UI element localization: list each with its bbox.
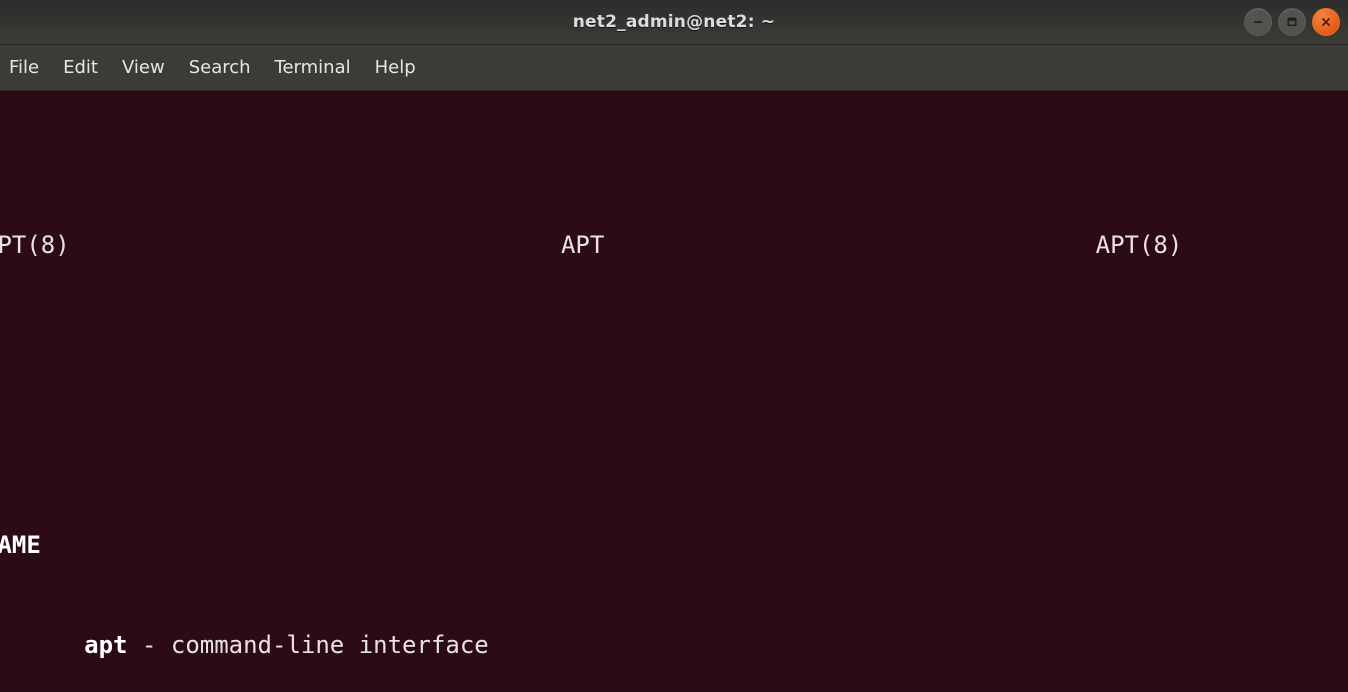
maximize-icon [1287, 17, 1297, 27]
section-heading-name: NAME [0, 529, 1182, 562]
name-body-cmd: apt [84, 631, 128, 660]
name-body-rest: - command-line interface [127, 631, 489, 660]
menu-item-terminal[interactable]: Terminal [264, 53, 362, 82]
sp [0, 631, 84, 659]
sp [604, 231, 1095, 259]
menu-bar: File Edit View Search Terminal Help [0, 45, 1348, 91]
window-controls [1244, 0, 1340, 44]
minimize-icon [1254, 21, 1262, 23]
man-header-line: APT(8) APT APT(8) [0, 229, 1182, 262]
minimize-button[interactable] [1244, 8, 1272, 36]
terminal-window: net2_admin@net2: ~ File Edit View Search… [0, 0, 1348, 692]
man-page-content: APT(8) APT APT(8) NAME apt - command-lin… [0, 95, 1182, 692]
man-header-center: APT [560, 230, 605, 259]
terminal-screen[interactable]: APT(8) APT APT(8) NAME apt - command-lin… [0, 91, 1348, 692]
man-header-right: APT(8) [1095, 230, 1183, 259]
name-heading-text: NAME [0, 531, 41, 560]
close-icon [1322, 18, 1330, 26]
close-button[interactable] [1312, 8, 1340, 36]
menu-item-search[interactable]: Search [178, 53, 262, 82]
maximize-button[interactable] [1278, 8, 1306, 36]
sp [70, 231, 561, 259]
man-header-left: APT(8) [0, 230, 70, 259]
name-body-line: apt - command-line interface [0, 629, 1182, 662]
menu-item-file[interactable]: File [0, 53, 50, 82]
menu-item-help[interactable]: Help [364, 53, 427, 82]
menu-item-edit[interactable]: Edit [52, 53, 109, 82]
menu-item-view[interactable]: View [111, 53, 176, 82]
window-title: net2_admin@net2: ~ [572, 12, 776, 32]
title-bar: net2_admin@net2: ~ [0, 0, 1348, 45]
